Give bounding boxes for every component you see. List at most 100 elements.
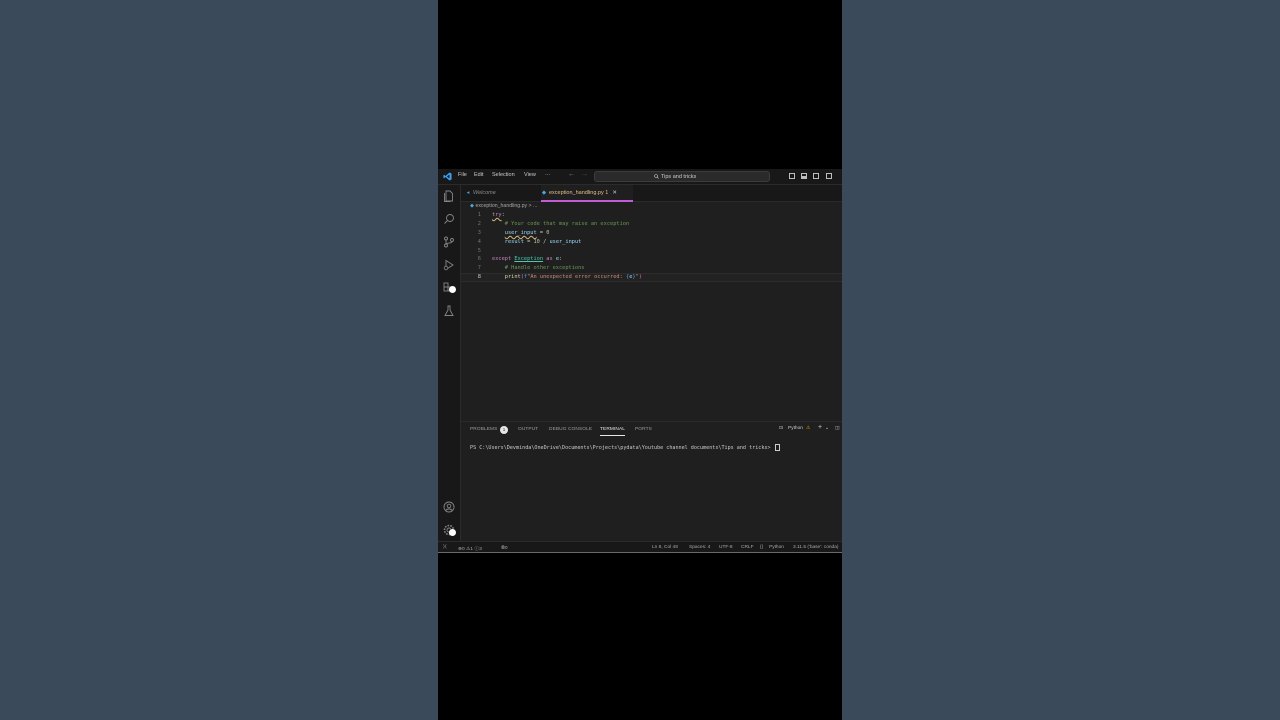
left-background bbox=[0, 0, 438, 720]
toggle-secondary-sidebar-icon[interactable] bbox=[813, 173, 819, 179]
explorer-icon[interactable] bbox=[443, 190, 455, 202]
terminal-instance-label[interactable]: Python bbox=[788, 426, 803, 431]
menu-file[interactable]: File bbox=[458, 172, 467, 178]
language-mode[interactable]: Python bbox=[769, 545, 784, 550]
terminal-python-icon[interactable]: ⊡ bbox=[779, 426, 783, 431]
variable: user_input bbox=[504, 229, 537, 236]
terminal-output[interactable]: PS C:\Users\Devminda\OneDrive\Documents\… bbox=[470, 444, 780, 451]
paren: ) bbox=[638, 274, 642, 281]
menu-edit[interactable]: Edit bbox=[474, 172, 483, 178]
ports-status[interactable]: ⦾0 bbox=[501, 545, 508, 551]
python-interpreter[interactable]: 3.11.5 ('base': conda) bbox=[793, 545, 838, 550]
code-line: 2 # Your code that may raise an exceptio… bbox=[461, 220, 842, 229]
string: "An unexpected error occurred: bbox=[527, 274, 626, 281]
vscode-tab-icon: ◂ bbox=[466, 190, 470, 196]
menu-selection[interactable]: Selection bbox=[492, 172, 515, 178]
back-arrow-icon[interactable]: ← bbox=[568, 171, 575, 178]
line-number: 6 bbox=[477, 256, 481, 263]
colon: : bbox=[501, 212, 505, 218]
line-number: 5 bbox=[477, 247, 481, 254]
tab-welcome-label: Welcome bbox=[473, 190, 496, 196]
class-name: Exception bbox=[514, 256, 544, 263]
status-bar: ⟩⟨ ⊗0 ⚠1 ⓘ3 ⦾0 Ln 8, Col 48 Spaces: 4 UT… bbox=[438, 541, 842, 552]
source-control-icon[interactable] bbox=[443, 236, 455, 248]
comment: # Your code that may raise an exception bbox=[504, 220, 630, 227]
close-tab-icon[interactable]: ✕ bbox=[612, 190, 617, 196]
toggle-primary-sidebar-icon[interactable] bbox=[789, 173, 795, 179]
split-terminal-icon[interactable]: ◫ bbox=[835, 426, 840, 431]
bottom-panel: PROBLEMS 1 OUTPUT DEBUG CONSOLE TERMINAL… bbox=[461, 421, 842, 542]
search-icon bbox=[654, 174, 659, 179]
tab-welcome[interactable]: ◂ Welcome bbox=[465, 185, 535, 201]
keyword-as: as bbox=[546, 256, 553, 263]
code-editor[interactable]: 1 try: 2 # Your code that may raise an e… bbox=[461, 211, 842, 283]
tab-problems[interactable]: PROBLEMS bbox=[470, 427, 497, 432]
tab-active-label: exception_handling.py 1 bbox=[549, 190, 609, 196]
info-count: 3 bbox=[479, 546, 482, 552]
code-line: 3 user_input = 0 bbox=[461, 229, 842, 238]
line-number: 2 bbox=[477, 220, 481, 227]
run-debug-icon[interactable] bbox=[443, 259, 455, 271]
breadcrumb-rest[interactable]: ... bbox=[533, 203, 537, 209]
error-count: 0 bbox=[462, 546, 465, 552]
code-line: 1 try: bbox=[461, 211, 842, 220]
tab-terminal[interactable]: TERMINAL bbox=[600, 427, 626, 436]
variable: user_input bbox=[549, 238, 582, 245]
tab-output[interactable]: OUTPUT bbox=[518, 427, 538, 432]
toggle-panel-icon[interactable] bbox=[801, 173, 807, 179]
vscode-logo-icon bbox=[443, 172, 452, 181]
function-name: print bbox=[504, 274, 521, 281]
breadcrumb: ◆ exception_handling.py > ... bbox=[470, 203, 537, 209]
warning-count: 1 bbox=[470, 546, 474, 552]
menu-more[interactable]: ··· bbox=[545, 172, 551, 178]
problems-count-badge: 1 bbox=[500, 426, 508, 434]
command-center-search[interactable]: Tips and tricks bbox=[594, 171, 770, 182]
warning-icon: ⚠ bbox=[806, 426, 811, 431]
line-number: 4 bbox=[477, 238, 481, 245]
code-line: 4 result = 10 / user_input bbox=[461, 238, 842, 247]
breadcrumb-separator: > bbox=[528, 203, 532, 209]
ports-count: 0 bbox=[504, 545, 508, 551]
breadcrumb-python-icon: ◆ bbox=[470, 203, 474, 209]
keyword-except: except bbox=[492, 256, 512, 263]
vscode-window: File Edit Selection View ··· ← → Tips an… bbox=[438, 169, 842, 553]
manage-badge bbox=[449, 529, 456, 536]
menu-view[interactable]: View bbox=[524, 172, 536, 178]
forward-arrow-icon[interactable]: → bbox=[581, 171, 588, 178]
problems-status[interactable]: ⊗0 ⚠1 ⓘ3 bbox=[458, 545, 482, 552]
line-number: 8 bbox=[477, 274, 481, 281]
code-line: 6 except Exception as e: bbox=[461, 255, 842, 264]
chevron-down-icon[interactable]: ⌄ bbox=[825, 426, 829, 431]
tab-ports[interactable]: PORTS bbox=[635, 427, 652, 432]
line-number: 1 bbox=[477, 212, 481, 218]
encoding[interactable]: UTF-8 bbox=[719, 545, 733, 550]
search-text: Tips and tricks bbox=[661, 173, 697, 180]
number: 0 bbox=[546, 229, 550, 236]
indentation[interactable]: Spaces: 4 bbox=[689, 545, 710, 550]
terminal-cursor bbox=[774, 444, 780, 451]
cursor-position[interactable]: Ln 8, Col 48 bbox=[652, 545, 678, 550]
variable: result bbox=[504, 238, 524, 245]
line-number: 3 bbox=[477, 229, 481, 236]
title-bar: File Edit Selection View ··· ← → Tips an… bbox=[438, 169, 842, 185]
code-line: 7 # Handle other exceptions bbox=[461, 264, 842, 273]
line-number: 7 bbox=[477, 265, 481, 272]
editor-tabs: ◂ Welcome ◆ exception_handling.py 1 ✕ bbox=[461, 185, 842, 202]
accounts-icon[interactable] bbox=[443, 501, 455, 513]
terminal-prompt: PS C:\Users\Devminda\OneDrive\Documents\… bbox=[470, 445, 774, 451]
activity-bar bbox=[438, 185, 461, 541]
tab-debug-console[interactable]: DEBUG CONSOLE bbox=[549, 427, 592, 432]
testing-flask-icon[interactable] bbox=[443, 305, 455, 317]
end-of-line[interactable]: CRLF bbox=[741, 545, 754, 550]
tab-exception-handling[interactable]: ◆ exception_handling.py 1 ✕ bbox=[541, 185, 633, 202]
operator: = bbox=[536, 229, 547, 236]
code-line: 5 bbox=[461, 247, 842, 256]
breadcrumb-file[interactable]: exception_handling.py bbox=[475, 203, 527, 209]
new-terminal-icon[interactable]: + bbox=[818, 424, 822, 431]
search-icon[interactable] bbox=[443, 213, 455, 225]
extensions-badge bbox=[449, 286, 456, 293]
remote-icon[interactable]: ⟩⟨ bbox=[443, 545, 447, 550]
python-file-icon: ◆ bbox=[541, 190, 547, 196]
customize-layout-icon[interactable] bbox=[826, 173, 832, 179]
colon: : bbox=[559, 256, 563, 263]
